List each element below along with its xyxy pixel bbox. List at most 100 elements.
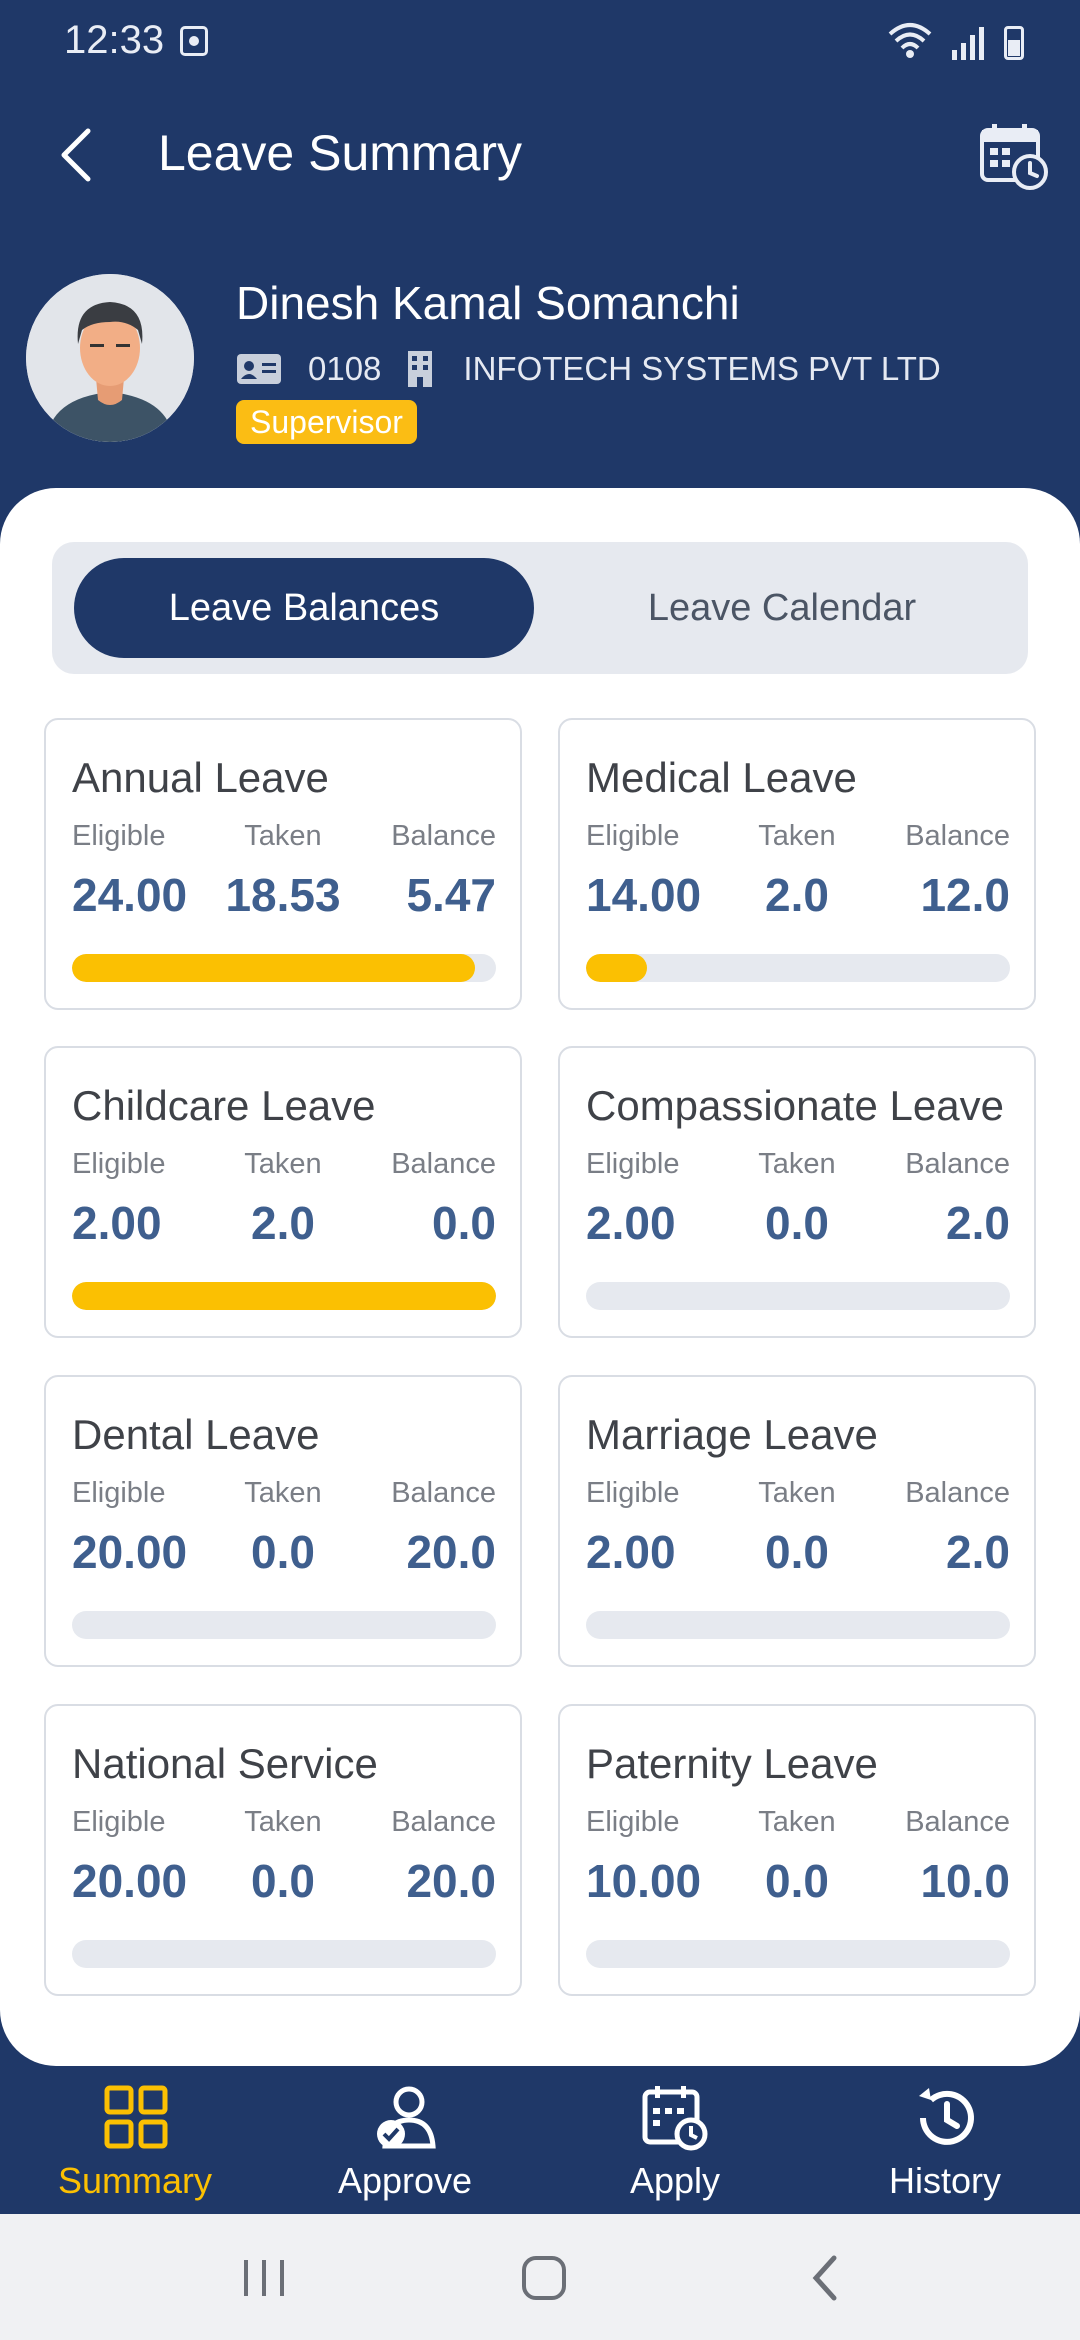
profile-header: Dinesh Kamal Somanchi 0108 INFOTECH SYST… xyxy=(0,270,1080,450)
nav-apply-label: Apply xyxy=(629,2160,721,2201)
eligible-value: 2.00 xyxy=(586,1526,676,1578)
taken-label: Taken xyxy=(758,1148,836,1180)
bottom-nav: Summary Approve Apply History xyxy=(0,2068,1080,2214)
content-panel: Leave Balances Leave Calendar Annual Lea… xyxy=(0,488,1080,2066)
usage-bar-fill xyxy=(72,1282,496,1310)
company-name: INFOTECH SYSTEMS PVT LTD xyxy=(463,350,941,387)
segmented-control: Leave Balances Leave Calendar xyxy=(52,542,1028,674)
eligible-label: Eligible xyxy=(72,820,166,852)
balance-label: Balance xyxy=(391,820,496,852)
leave-type: Medical Leave xyxy=(586,754,857,801)
taken-value: 0.0 xyxy=(765,1855,829,1907)
employee-id: 0108 xyxy=(308,350,382,387)
eligible-label: Eligible xyxy=(586,1148,680,1180)
back-button[interactable] xyxy=(40,120,110,190)
usage-bar xyxy=(586,1940,1010,1968)
status-bar: 12:33 xyxy=(0,0,1080,84)
usage-bar xyxy=(72,954,496,982)
balance-label: Balance xyxy=(905,1477,1010,1509)
usage-bar-fill xyxy=(72,954,475,982)
avatar xyxy=(26,274,194,442)
leave-card-dental[interactable]: Dental Leave Eligible Taken Balance 20.0… xyxy=(44,1375,522,1667)
recent-apps-icon[interactable] xyxy=(234,2248,294,2308)
taken-value: 0.0 xyxy=(765,1197,829,1249)
eligible-value: 2.00 xyxy=(72,1197,162,1249)
chevron-left-icon xyxy=(61,128,91,182)
nav-summary[interactable]: Summary xyxy=(0,2082,270,2212)
taken-value: 2.0 xyxy=(765,869,829,921)
leave-card-annual[interactable]: Annual Leave Eligible Taken Balance 24.0… xyxy=(44,718,522,1010)
usage-bar xyxy=(72,1940,496,1968)
home-icon[interactable] xyxy=(514,2248,574,2308)
balance-value: 2.0 xyxy=(946,1197,1010,1249)
building-icon xyxy=(408,351,433,387)
balance-label: Balance xyxy=(391,1148,496,1180)
leave-type: Paternity Leave xyxy=(586,1740,878,1787)
person-avatar-icon xyxy=(26,274,194,442)
calendar-clock-icon[interactable] xyxy=(978,120,1050,192)
eligible-value: 2.00 xyxy=(586,1197,676,1249)
balance-label: Balance xyxy=(391,1477,496,1509)
eligible-label: Eligible xyxy=(586,1806,680,1838)
usage-bar xyxy=(586,1282,1010,1310)
leave-card-paternity[interactable]: Paternity Leave Eligible Taken Balance 1… xyxy=(558,1704,1036,1996)
nav-approve[interactable]: Approve xyxy=(270,2082,540,2212)
taken-value: 2.0 xyxy=(251,1197,315,1249)
eligible-value: 10.00 xyxy=(586,1855,702,1907)
eligible-value: 24.00 xyxy=(72,869,188,921)
taken-value: 18.53 xyxy=(225,869,341,921)
eligible-label: Eligible xyxy=(72,1148,166,1180)
taken-label: Taken xyxy=(244,820,322,852)
leave-card-marriage[interactable]: Marriage Leave Eligible Taken Balance 2.… xyxy=(558,1375,1036,1667)
id-card-icon xyxy=(237,354,281,384)
eligible-label: Eligible xyxy=(72,1806,166,1838)
nav-approve-label: Approve xyxy=(337,2160,473,2201)
employee-name: Dinesh Kamal Somanchi xyxy=(236,277,740,329)
eligible-value: 20.00 xyxy=(72,1855,188,1907)
usage-bar-fill xyxy=(586,954,647,982)
app-bar: Leave Summary xyxy=(0,100,1080,210)
balance-value: 12.0 xyxy=(920,869,1010,921)
balance-value: 5.47 xyxy=(406,869,496,921)
back-nav-icon[interactable] xyxy=(796,2248,856,2308)
eligible-value: 14.00 xyxy=(586,869,702,921)
tab-leave-calendar[interactable]: Leave Calendar xyxy=(552,558,1012,658)
leave-type: Childcare Leave xyxy=(72,1082,376,1129)
taken-label: Taken xyxy=(244,1148,322,1180)
nav-history[interactable]: History xyxy=(810,2082,1080,2212)
employee-meta: 0108 INFOTECH SYSTEMS PVT LTD xyxy=(236,346,941,392)
balance-value: 20.0 xyxy=(406,1855,496,1907)
taken-value: 0.0 xyxy=(251,1855,315,1907)
leave-type: Dental Leave xyxy=(72,1411,320,1458)
balance-label: Balance xyxy=(905,1148,1010,1180)
leave-card-national-service[interactable]: National Service Eligible Taken Balance … xyxy=(44,1704,522,1996)
leave-card-medical[interactable]: Medical Leave Eligible Taken Balance 14.… xyxy=(558,718,1036,1010)
balance-value: 10.0 xyxy=(920,1855,1010,1907)
eligible-value: 20.00 xyxy=(72,1526,188,1578)
balance-label: Balance xyxy=(391,1806,496,1838)
leave-type: Marriage Leave xyxy=(586,1411,878,1458)
tab-leave-balances[interactable]: Leave Balances xyxy=(74,558,534,658)
grid-icon xyxy=(104,2085,168,2149)
balance-value: 2.0 xyxy=(946,1526,1010,1578)
leave-card-compassionate[interactable]: Compassionate Leave Eligible Taken Balan… xyxy=(558,1046,1036,1338)
taken-value: 0.0 xyxy=(251,1526,315,1578)
leave-card-childcare[interactable]: Childcare Leave Eligible Taken Balance 2… xyxy=(44,1046,522,1338)
balance-label: Balance xyxy=(905,1806,1010,1838)
taken-label: Taken xyxy=(758,1806,836,1838)
wifi-icon xyxy=(888,23,932,58)
status-icons xyxy=(888,20,1024,60)
battery-icon xyxy=(1004,26,1024,60)
balance-value: 20.0 xyxy=(406,1526,496,1578)
usage-bar xyxy=(586,954,1010,982)
taken-label: Taken xyxy=(758,820,836,852)
leave-type: Annual Leave xyxy=(72,754,329,801)
usage-bar xyxy=(586,1611,1010,1639)
taken-value: 0.0 xyxy=(765,1526,829,1578)
page-title: Leave Summary xyxy=(158,125,523,181)
leave-type: National Service xyxy=(72,1740,378,1787)
user-check-icon xyxy=(377,2086,436,2149)
nav-apply[interactable]: Apply xyxy=(540,2082,810,2212)
calendar-clock-icon xyxy=(642,2086,708,2151)
balance-value: 0.0 xyxy=(432,1197,496,1249)
